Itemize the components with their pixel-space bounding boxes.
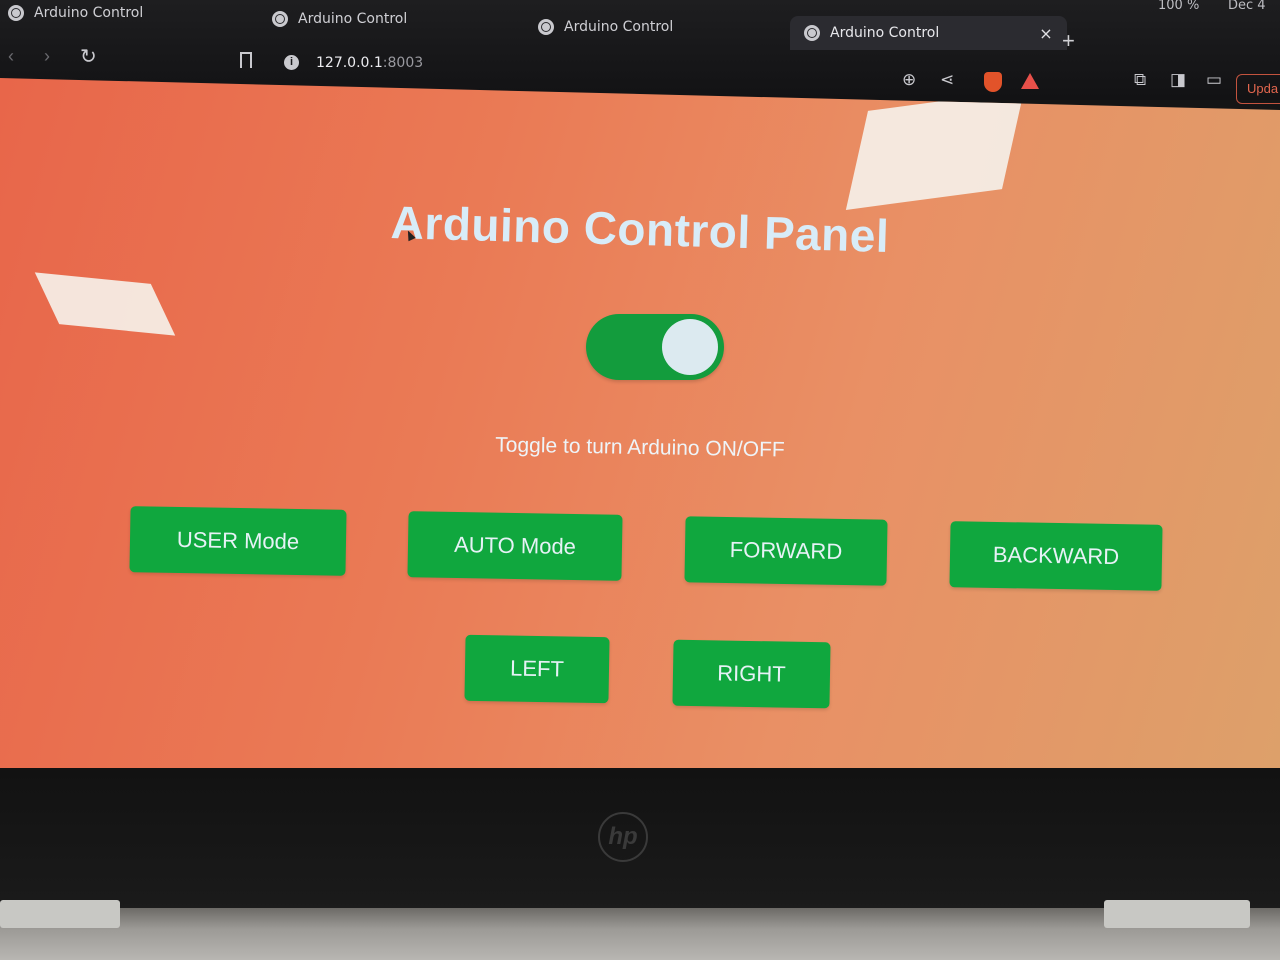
update-button[interactable]: Upda bbox=[1236, 74, 1280, 104]
address-bar[interactable]: 127.0.0.1:8003 bbox=[316, 55, 423, 71]
url-host: 127.0.0.1 bbox=[316, 55, 383, 71]
right-button[interactable]: RIGHT bbox=[672, 639, 831, 709]
zoom-icon[interactable]: ⊕ bbox=[902, 70, 916, 90]
tab-1[interactable]: Arduino Control bbox=[8, 0, 143, 30]
tab-label: Arduino Control bbox=[564, 19, 674, 35]
backward-button[interactable]: BACKWARD bbox=[949, 521, 1163, 591]
hp-logo: hp bbox=[598, 812, 648, 862]
site-info-icon[interactable]: i bbox=[284, 55, 299, 70]
brave-rewards-icon[interactable] bbox=[1021, 73, 1039, 89]
screen-glare bbox=[34, 272, 176, 336]
page-title: Arduino Control Panel bbox=[390, 196, 890, 262]
forward-icon[interactable]: › bbox=[44, 46, 50, 67]
auto-mode-button[interactable]: AUTO Mode bbox=[407, 511, 623, 581]
bookmark-icon[interactable] bbox=[240, 52, 252, 68]
brave-shield-icon[interactable] bbox=[984, 72, 1002, 92]
extensions-icon[interactable]: ⧉ bbox=[1134, 70, 1146, 90]
url-port: :8003 bbox=[382, 55, 424, 71]
share-icon[interactable]: ⋖ bbox=[940, 70, 954, 90]
back-icon[interactable]: ‹ bbox=[8, 46, 14, 67]
laptop-base bbox=[0, 908, 1280, 960]
left-button[interactable]: LEFT bbox=[464, 634, 610, 704]
globe-icon bbox=[804, 25, 820, 41]
hinge-right bbox=[1104, 900, 1250, 928]
tab-4-active[interactable]: Arduino Control × bbox=[790, 16, 1067, 50]
close-tab-icon[interactable]: × bbox=[1039, 24, 1052, 43]
system-date: Dec 4 bbox=[1228, 0, 1266, 13]
laptop-bezel: hp bbox=[0, 768, 1280, 960]
screen-glare bbox=[845, 90, 1025, 210]
forward-button[interactable]: FORWARD bbox=[684, 516, 888, 586]
arduino-control-page: Arduino Control Panel Toggle to turn Ard… bbox=[0, 78, 1280, 768]
tab-2[interactable]: Arduino Control bbox=[272, 2, 407, 36]
hinge-left bbox=[0, 900, 120, 928]
user-mode-button[interactable]: USER Mode bbox=[129, 506, 347, 576]
toggle-caption: Toggle to turn Arduino ON/OFF bbox=[495, 433, 785, 462]
globe-icon bbox=[8, 5, 24, 21]
tab-3[interactable]: Arduino Control bbox=[538, 10, 673, 44]
toggle-knob bbox=[662, 319, 718, 375]
wallet-icon[interactable]: ▭ bbox=[1206, 70, 1222, 90]
battery-status: 100 % bbox=[1158, 0, 1200, 13]
power-toggle[interactable] bbox=[586, 314, 724, 380]
tab-label: Arduino Control bbox=[298, 11, 408, 27]
new-tab-button[interactable]: + bbox=[1062, 28, 1075, 54]
tab-label: Arduino Control bbox=[34, 5, 144, 21]
sidebar-icon[interactable]: ◨ bbox=[1170, 70, 1186, 90]
globe-icon bbox=[272, 11, 288, 27]
reload-icon[interactable]: ↻ bbox=[80, 44, 97, 69]
globe-icon bbox=[538, 19, 554, 35]
tab-label: Arduino Control bbox=[830, 25, 940, 41]
